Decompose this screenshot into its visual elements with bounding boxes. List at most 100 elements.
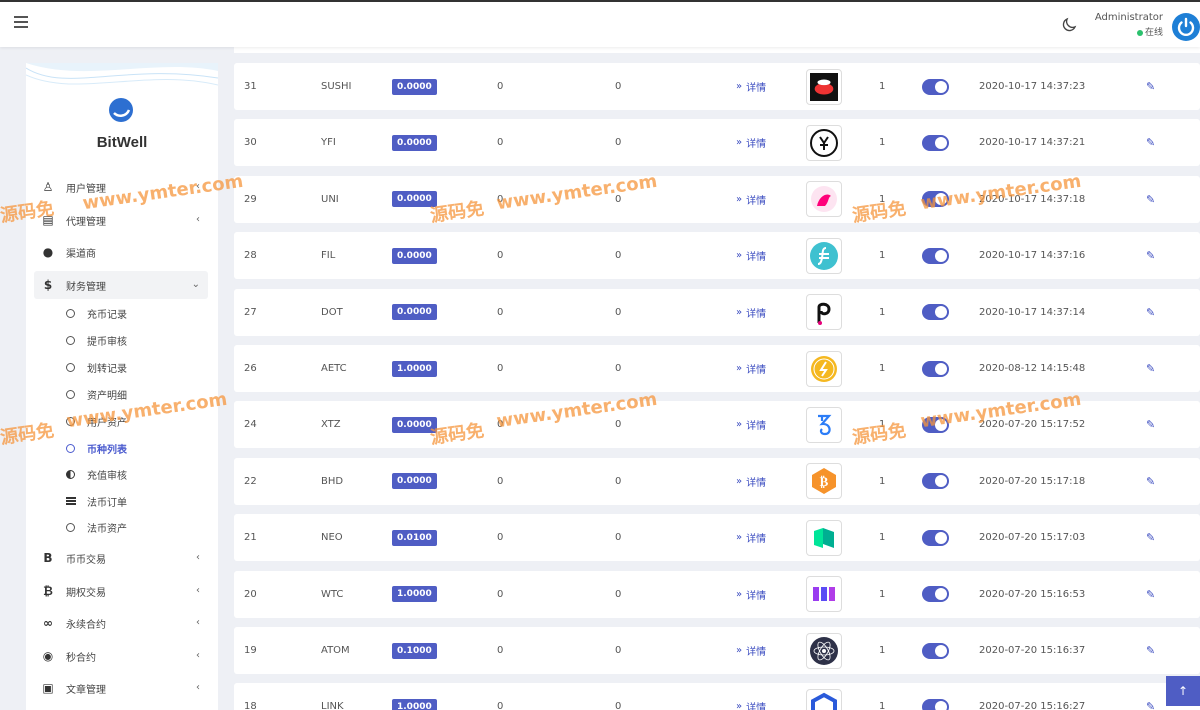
user-info[interactable]: Administrator 在线 [1095, 12, 1163, 38]
sub-coin-list[interactable]: 币种列表 [66, 438, 206, 458]
table-row: 27 DOT 0.0000 0 0 » 详情 1 2020-10-17 14:37:14 ✎ [234, 288, 1200, 336]
moon-icon[interactable] [1060, 16, 1078, 34]
edit-icon[interactable]: ✎ [1146, 627, 1155, 674]
menu-user-management[interactable]: ♙ 用户管理 ‹ [34, 173, 208, 201]
double-chevron-icon: » [736, 306, 743, 318]
detail-link[interactable]: » 详情 [736, 345, 766, 392]
menu-finance[interactable]: $ 财务管理 ⌄ [34, 271, 208, 299]
detail-link[interactable]: » 详情 [736, 63, 766, 110]
list-icon [66, 497, 76, 505]
cell-time: 2020-07-20 15:17:18 [979, 475, 1086, 487]
sub-withdraw-review[interactable]: 提币审核 [66, 330, 206, 350]
edit-icon[interactable]: ✎ [1146, 176, 1155, 223]
menu-toggle-icon[interactable] [14, 16, 28, 28]
scroll-top-button[interactable]: ↑ [1166, 676, 1200, 706]
link-coin-icon [806, 688, 842, 710]
cell-id: 18 [244, 701, 257, 710]
detail-link[interactable]: » 详情 [736, 119, 766, 166]
user-status-text: 在线 [1144, 28, 1163, 38]
status-toggle[interactable] [922, 247, 949, 264]
edit-icon[interactable]: ✎ [1146, 514, 1155, 561]
rate-badge: 0.0000 [392, 416, 437, 433]
half-circle-icon [66, 469, 75, 479]
menu-options-trading[interactable]: ₿ 期权交易 ‹ [34, 577, 208, 605]
detail-link[interactable]: » 详情 [736, 176, 766, 223]
edit-icon[interactable]: ✎ [1146, 458, 1155, 505]
cell-sort: 1 [879, 701, 886, 710]
cell-icon [806, 514, 842, 561]
edit-icon[interactable]: ✎ [1146, 571, 1155, 618]
status-toggle[interactable] [922, 360, 949, 377]
table-row: 24 XTZ 0.0000 0 0 » 详情 1 2020-07-20 15:17:52 ✎ [234, 401, 1200, 449]
dot-icon [806, 294, 842, 331]
sub-fiat-orders[interactable]: 法币订单 [66, 491, 206, 511]
double-chevron-icon: » [736, 193, 743, 205]
detail-link[interactable]: » 详情 [736, 627, 766, 674]
cell-value-1: 0 [497, 419, 504, 431]
table-row: 29 UNI 0.0000 0 0 » 详情 1 2020-10-17 14:37:18 ✎ [234, 175, 1200, 223]
status-toggle[interactable] [922, 134, 949, 151]
cell-sort: 1 [879, 645, 886, 656]
sub-user-assets[interactable]: 用户资产 [66, 411, 206, 431]
menu-channel[interactable]: ● 渠道商 [34, 238, 208, 266]
cell-time: 2020-07-20 15:16:53 [979, 588, 1086, 600]
cell-rate: 0.0100 [392, 514, 437, 561]
xtz-icon [806, 406, 842, 443]
cell-rate: 0.0000 [392, 401, 437, 448]
status-toggle[interactable] [922, 586, 949, 603]
cell-id: 20 [244, 588, 257, 600]
sub-transfer-records[interactable]: 划转记录 [66, 357, 206, 377]
status-toggle[interactable] [922, 416, 949, 433]
edit-icon[interactable]: ✎ [1146, 683, 1155, 710]
uni-icon [806, 181, 842, 218]
cell-symbol: YFI [321, 137, 336, 149]
status-toggle[interactable] [922, 698, 949, 710]
sub-fiat-assets[interactable]: 法币资产 [66, 517, 206, 537]
cell-toggle [922, 63, 949, 110]
rate-badge: 0.0000 [392, 78, 437, 95]
status-toggle[interactable] [922, 473, 949, 490]
cell-rate: 0.0000 [392, 119, 437, 166]
detail-link[interactable]: » 详情 [736, 458, 766, 505]
cell-id: 31 [244, 81, 257, 92]
sub-asset-details[interactable]: 资产明细 [66, 384, 206, 404]
detail-link[interactable]: » 详情 [736, 401, 766, 448]
table-row: 31 SUSHI 0.0000 0 0 » 详情 1 2020-10-17 14:37:23 ✎ [234, 63, 1200, 110]
menu-spot-trading[interactable]: B 币币交易 ‹ [34, 544, 208, 572]
status-toggle[interactable] [922, 78, 949, 95]
edit-icon[interactable]: ✎ [1146, 345, 1155, 392]
cell-value-2: 0 [615, 137, 622, 149]
power-icon[interactable] [1172, 13, 1200, 41]
detail-link[interactable]: » 详情 [736, 289, 766, 336]
menu-article-management[interactable]: ▣ 文章管理 ‹ [34, 674, 208, 702]
menu-second-contract[interactable]: ◉ 秒合约 ‹ [34, 642, 208, 670]
sub-label: 法币资产 [87, 523, 127, 535]
edit-icon[interactable]: ✎ [1146, 289, 1155, 336]
status-toggle[interactable] [922, 642, 949, 659]
circle-icon [66, 335, 75, 345]
detail-link[interactable]: » 详情 [736, 514, 766, 561]
detail-link[interactable]: » 详情 [736, 571, 766, 618]
sub-deposit-records[interactable]: 充币记录 [66, 303, 206, 323]
cell-icon [806, 289, 842, 336]
table-row: 19 ATOM 0.1000 0 0 » 详情 1 2020-07-20 15:16:37 ✎ [234, 627, 1200, 674]
sub-label: 币种列表 [87, 444, 127, 456]
detail-link[interactable]: » 详情 [736, 683, 766, 710]
rate-badge: 0.0000 [392, 134, 437, 151]
sub-recharge-review[interactable]: 充值审核 [66, 464, 206, 484]
circle-icon [66, 362, 75, 372]
menu-perpetual[interactable]: ∞ 永续合约 ‹ [34, 609, 208, 637]
chevron-left-icon: ‹ [196, 650, 200, 661]
detail-link[interactable]: » 详情 [736, 232, 766, 279]
edit-icon[interactable]: ✎ [1146, 401, 1155, 448]
status-toggle[interactable] [922, 529, 949, 546]
menu-agent-management[interactable]: ▤ 代理管理 ‹ [34, 206, 208, 234]
cell-time: 2020-10-17 14:37:21 [979, 137, 1086, 149]
edit-icon[interactable]: ✎ [1146, 232, 1155, 279]
status-toggle[interactable] [922, 191, 949, 208]
edit-icon[interactable]: ✎ [1146, 119, 1155, 166]
status-toggle[interactable] [922, 304, 949, 321]
sub-label: 用户资产 [87, 417, 127, 429]
id-card-icon: ▤ [42, 213, 54, 227]
edit-icon[interactable]: ✎ [1146, 63, 1155, 110]
